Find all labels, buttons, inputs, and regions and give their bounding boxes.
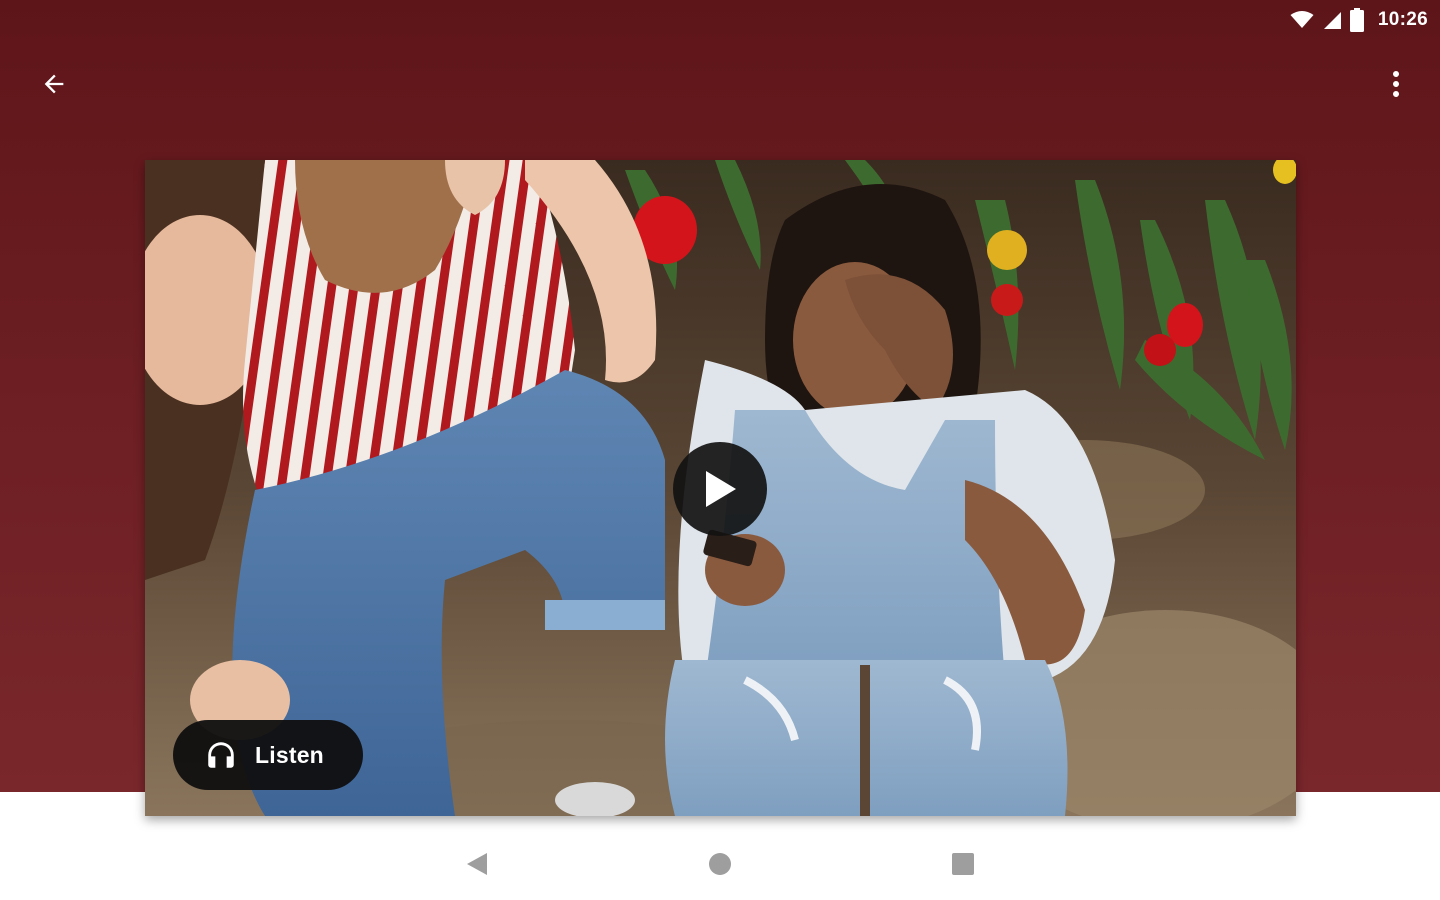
arrow-left-icon (40, 70, 68, 98)
nav-home-button[interactable] (698, 842, 742, 886)
play-icon (702, 469, 738, 509)
listen-label: Listen (255, 741, 324, 768)
video-thumbnail[interactable]: Listen (145, 160, 1296, 816)
cell-signal-icon (1322, 10, 1342, 30)
nav-home-icon (709, 853, 731, 875)
headphones-icon (203, 738, 239, 772)
wifi-icon (1290, 10, 1314, 30)
system-nav-bar (0, 830, 1440, 900)
listen-button[interactable]: Listen (173, 720, 363, 790)
nav-recents-button[interactable] (941, 842, 985, 886)
battery-icon (1349, 8, 1364, 32)
more-vert-icon (1392, 70, 1400, 98)
play-button[interactable] (673, 442, 767, 536)
app-bar (0, 56, 1440, 112)
nav-back-button[interactable] (455, 842, 499, 886)
nav-recents-icon (952, 853, 974, 875)
more-options-button[interactable] (1372, 56, 1420, 112)
back-button[interactable] (28, 56, 80, 112)
status-time: 10:26 (1377, 9, 1428, 30)
nav-back-icon (466, 852, 488, 876)
status-bar: 10:26 (0, 0, 1440, 40)
